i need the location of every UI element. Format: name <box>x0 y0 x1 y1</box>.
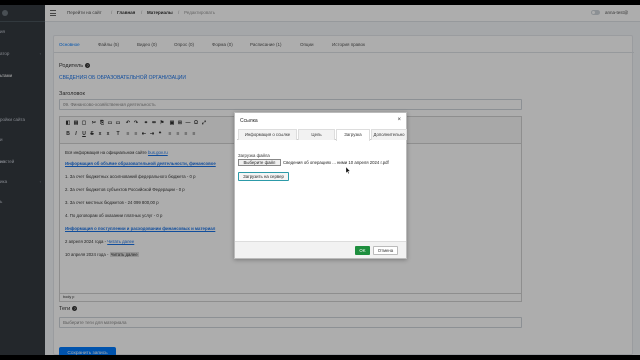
selected-file-name: Сведения об операциях ... ними 10 апреля… <box>283 160 389 165</box>
dialog-tab-advanced[interactable]: Дополнительно <box>371 129 407 140</box>
dialog-tab-upload[interactable]: Загрузка <box>336 129 370 141</box>
dialog-tab-link-info[interactable]: Информация о ссылке <box>238 129 297 140</box>
cancel-button[interactable]: Отмена <box>373 246 398 255</box>
choose-file-button[interactable]: Выберите файл <box>238 159 281 166</box>
dialog-tab-target[interactable]: Цель <box>298 129 335 140</box>
dialog-footer: OK Отмена <box>235 241 406 258</box>
ok-button[interactable]: OK <box>355 246 370 255</box>
dialog-tabs: Информация о ссылке Цель Загрузка Дополн… <box>237 129 407 141</box>
mouse-cursor-icon <box>346 167 350 174</box>
app-window: ия атор ‹ ьтами ройки сайта и ия ностей и… <box>0 5 640 355</box>
upload-file-label: Загрузка файла <box>238 153 270 158</box>
close-icon[interactable]: × <box>397 117 401 123</box>
upload-to-server-button[interactable]: Загрузить на сервер <box>238 172 289 181</box>
link-dialog: Ссылка × Информация о ссылке Цель Загруз… <box>234 112 407 259</box>
dialog-title: Ссылка <box>240 118 258 124</box>
